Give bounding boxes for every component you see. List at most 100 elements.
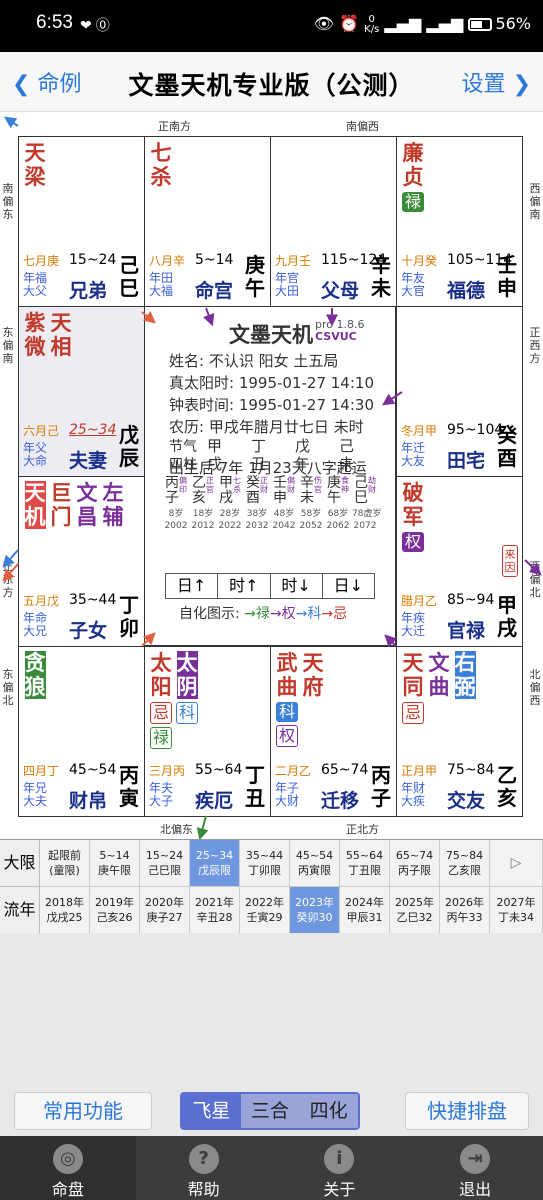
star-巨门[interactable]: 巨门: [51, 481, 72, 529]
palace-range: 25~34: [69, 422, 117, 438]
daxian-cell[interactable]: 75~84 乙亥限: [440, 840, 490, 887]
star-天同[interactable]: 天同: [403, 651, 424, 699]
palace-name: 命宫: [195, 280, 234, 302]
daxian-cell[interactable]: 25~34 戊辰限: [190, 840, 240, 887]
star-天机[interactable]: 天机: [24, 481, 46, 529]
palace-福德[interactable]: 廉贞禄十月癸 105~114 年友 大官 福德壬申: [396, 136, 523, 307]
daxian-cell[interactable]: 35~44 丁卯限: [240, 840, 290, 887]
common-functions-button[interactable]: 常用功能: [14, 1092, 152, 1130]
palace-交友[interactable]: 天同忌文曲右弼正月甲 75~84 年财 大疾 交友乙亥: [396, 646, 523, 817]
star-右弼[interactable]: 右弼: [454, 651, 476, 699]
palace-flow-labels: 年兄 大夫: [23, 781, 48, 808]
hour-up-button[interactable]: 时↑: [218, 574, 271, 598]
exit-icon: ⇥: [460, 1144, 491, 1174]
star-七杀[interactable]: 七杀: [151, 141, 172, 189]
dir-left4: 东偏北: [2, 668, 14, 707]
daxian-cell[interactable]: 起限前 (童限): [40, 840, 90, 887]
liunian-cell[interactable]: 2020年 庚子27: [140, 887, 190, 934]
liunian-cell[interactable]: 2025年 乙巳32: [390, 887, 440, 934]
liunian-cell[interactable]: 2026年 丙午33: [440, 887, 490, 934]
dayun-item: 甲戌七杀 28岁 2022: [218, 475, 242, 532]
daxian-cell[interactable]: 65~74 丙子限: [390, 840, 440, 887]
daxian-label: 大限: [0, 840, 40, 887]
star-左辅[interactable]: 左辅: [103, 481, 124, 529]
palace-子女[interactable]: 天机巨门文昌左辅五月戊 35~44 年命 大兄 子女丁卯: [18, 476, 145, 647]
sihua-legend-item: →禄: [244, 606, 270, 622]
hour-down-button[interactable]: 时↓: [271, 574, 323, 598]
seg-feixing[interactable]: 飞星: [182, 1094, 241, 1128]
nav-bar: ❮ 命例 文墨天机专业版（公测） 设置 ❯: [0, 52, 543, 112]
tab-about[interactable]: i 关于: [272, 1136, 408, 1200]
palace-range: 65~74: [321, 762, 369, 778]
star-破军[interactable]: 破军: [403, 481, 424, 529]
daxian-cell[interactable]: 45~54 丙寅限: [290, 840, 340, 887]
star-天府[interactable]: 天府: [303, 651, 324, 699]
palace-range: 75~84: [447, 762, 495, 778]
palace-flow-labels: 年夫 大子: [149, 781, 174, 808]
star-天相[interactable]: 天相: [51, 311, 72, 359]
star-文曲[interactable]: 文曲: [429, 651, 450, 699]
palace-ganzhi: 丁丑: [245, 763, 265, 810]
sihua-badge: 忌: [402, 702, 424, 724]
tab-label: 命盘: [51, 1180, 84, 1199]
palace-父母[interactable]: 九月壬 115~124 年官 大田 父母辛未: [270, 136, 397, 307]
net-speed: 0 K/s: [364, 13, 380, 35]
palace-官禄[interactable]: 破军权来因腊月乙 85~94 年疾 大迁 官禄甲戌: [396, 476, 523, 647]
star-太阳[interactable]: 太阳: [151, 651, 172, 699]
palace-命宫[interactable]: 七杀八月辛 5~14 年田 大福 命宫庚午: [144, 136, 271, 307]
palace-name: 夫妻: [69, 450, 108, 472]
star-天梁[interactable]: 天梁: [25, 141, 46, 189]
seg-sihua[interactable]: 四化: [299, 1094, 358, 1128]
star-贪狼[interactable]: 贪狼: [24, 651, 46, 699]
daxian-next-icon[interactable]: ▷: [490, 840, 543, 887]
liunian-cell[interactable]: 2022年 壬寅29: [240, 887, 290, 934]
palace-财帛[interactable]: 贪狼四月丁 45~54 年兄 大夫 财帛丙寅: [18, 646, 145, 817]
daxian-cell[interactable]: 5~14 庚午限: [90, 840, 140, 887]
sihua-legend-item: →权: [269, 606, 296, 622]
palace-田宅[interactable]: 冬月甲 95~104 年迁 大友 田宅癸酉: [396, 306, 523, 477]
center-title: 文墨天机: [229, 323, 313, 347]
liunian-cell[interactable]: 2024年 甲辰31: [340, 887, 390, 934]
sihua-badge: 权: [402, 532, 424, 552]
palace-flow-labels: 年命 大兄: [23, 611, 48, 638]
dir-top1: 正南方: [158, 120, 191, 133]
palace-疾厄[interactable]: 太阳忌禄 太阴科三月丙 55~64 年夫 大子 疾厄丁丑: [144, 646, 271, 817]
star-武曲[interactable]: 武曲: [277, 651, 298, 699]
liunian-cell[interactable]: 2018年 戊戌25: [40, 887, 90, 934]
palace-name: 交友: [447, 790, 486, 812]
star-太阴[interactable]: 太阴: [176, 651, 198, 699]
tab-mingpan[interactable]: ◎ 命盘: [0, 1136, 136, 1200]
mode-segment: 飞星 三合 四化: [180, 1092, 360, 1130]
star-紫微[interactable]: 紫微: [25, 311, 46, 359]
dir-left1: 南偏东: [2, 182, 14, 221]
dir-left2: 东偏南: [2, 326, 14, 365]
day-down-button[interactable]: 日↓: [323, 574, 374, 598]
tab-exit[interactable]: ⇥ 退出: [407, 1136, 543, 1200]
seg-sanhe[interactable]: 三合: [240, 1094, 300, 1128]
settings-button[interactable]: 设置 ❯: [462, 66, 531, 98]
palace-迁移[interactable]: 武曲科权 天府二月乙 65~74 年子 大财 迁移丙子: [270, 646, 397, 817]
palace-range: 35~44: [69, 592, 117, 608]
palace-兄弟[interactable]: 天梁七月庚 15~24 年福 大父 兄弟己巳: [18, 136, 145, 307]
star-文昌[interactable]: 文昌: [77, 481, 98, 529]
palace-夫妻[interactable]: 紫微天相六月己 25~34 年父 大命 夫妻戊辰: [18, 306, 145, 477]
dir-right1: 西偏南: [529, 182, 541, 221]
center-version: pro 1.8.6 CSVUC: [315, 318, 365, 343]
palace-flow-labels: 年官 大田: [275, 271, 300, 298]
daxian-cell[interactable]: 55~64 丁丑限: [340, 840, 390, 887]
dir-top2: 南偏西: [346, 120, 379, 133]
liunian-cell[interactable]: 2021年 辛丑28: [190, 887, 240, 934]
tab-help[interactable]: ? 帮助: [136, 1136, 272, 1200]
status-time: 6:53: [36, 12, 73, 33]
liunian-cell[interactable]: 2027年 丁未34: [490, 887, 543, 934]
star-廉贞[interactable]: 廉贞: [403, 141, 424, 189]
quick-chart-button[interactable]: 快捷排盘: [405, 1092, 529, 1130]
palace-ganzhi: 戊辰: [119, 423, 139, 470]
palace-month-stem: 八月辛: [149, 254, 186, 268]
palace-flow-labels: 年迁 大友: [401, 441, 426, 468]
flying-star-arrow: [4, 116, 19, 129]
daxian-cell[interactable]: 15~24 己巳限: [140, 840, 190, 887]
liunian-cell[interactable]: 2019年 己亥26: [90, 887, 140, 934]
liunian-cell[interactable]: 2023年 癸卯30: [290, 887, 340, 934]
day-up-button[interactable]: 日↑: [166, 574, 219, 598]
